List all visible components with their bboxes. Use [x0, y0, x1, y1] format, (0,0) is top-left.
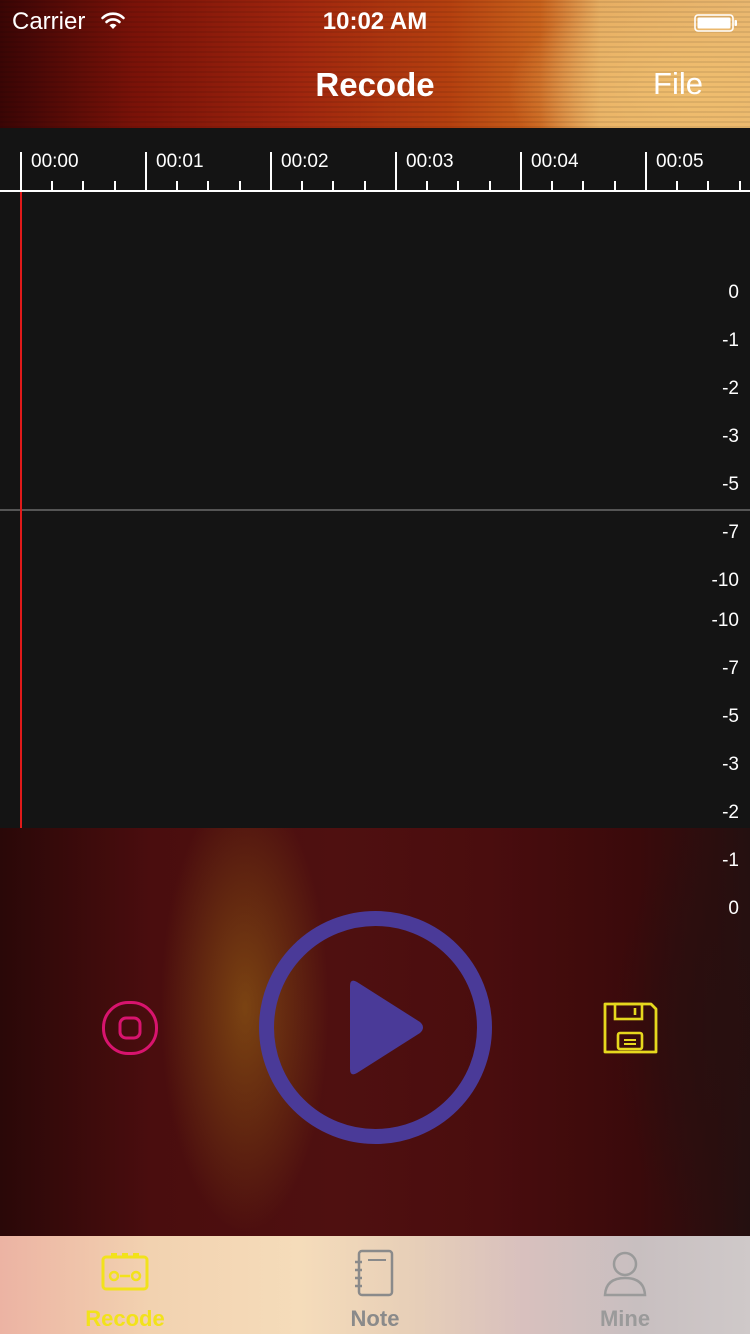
db-scale-label: -5 — [722, 474, 739, 495]
tab-bar: Recode Note Mine — [0, 1236, 750, 1334]
recorder-icon — [101, 1253, 149, 1291]
waveform-center-line — [0, 509, 750, 511]
record-button[interactable] — [101, 1000, 159, 1056]
db-scale-label: 0 — [728, 282, 739, 303]
timeline-label: 00:00 — [31, 151, 79, 172]
db-scale-label: 0 — [728, 898, 739, 919]
db-scale-label: -7 — [722, 658, 739, 679]
db-scale-label: -1 — [722, 330, 739, 351]
tab-note[interactable]: Note — [250, 1236, 500, 1334]
save-floppy-icon — [603, 1002, 658, 1054]
db-scale-label: -10 — [711, 610, 739, 631]
clock: 10:02 AM — [322, 8, 428, 35]
play-button[interactable] — [258, 910, 493, 1145]
timeline-label: 00:03 — [406, 151, 454, 172]
save-button[interactable] — [601, 1000, 659, 1056]
db-scale-label: -10 — [711, 570, 739, 591]
tab-label: Mine — [599, 1306, 651, 1331]
db-scale-label: -3 — [722, 754, 739, 775]
play-icon — [259, 911, 492, 1144]
timeline-ruler[interactable]: 00:00 00:01 00:02 00:03 00:04 00:05 — [0, 128, 750, 192]
timeline-ticks — [0, 152, 750, 192]
status-bar: Carrier 10:02 AM — [0, 0, 750, 40]
tab-recode[interactable]: Recode — [0, 1236, 250, 1334]
tab-mine[interactable]: Mine — [500, 1236, 750, 1334]
page-title: Recode — [315, 66, 435, 103]
db-scale-label: -2 — [722, 802, 739, 823]
tab-label: Note — [350, 1306, 400, 1331]
tab-label: Recode — [85, 1306, 165, 1331]
timeline-label: 00:01 — [156, 151, 204, 172]
db-scale-label: -7 — [722, 522, 739, 543]
db-scale-label: -1 — [722, 850, 739, 871]
person-icon — [603, 1251, 647, 1297]
timeline-label: 00:05 — [656, 151, 704, 172]
timeline-label: 00:02 — [281, 151, 329, 172]
db-scale-label: -2 — [722, 378, 739, 399]
db-scale-label: -3 — [722, 426, 739, 447]
db-scale-label: -5 — [722, 706, 739, 727]
record-icon — [102, 1001, 158, 1055]
notebook-icon — [355, 1249, 394, 1297]
timeline-label: 00:04 — [531, 151, 579, 172]
battery-icon — [694, 11, 738, 32]
file-button[interactable]: File — [653, 66, 703, 102]
playhead-cursor[interactable] — [20, 192, 22, 828]
